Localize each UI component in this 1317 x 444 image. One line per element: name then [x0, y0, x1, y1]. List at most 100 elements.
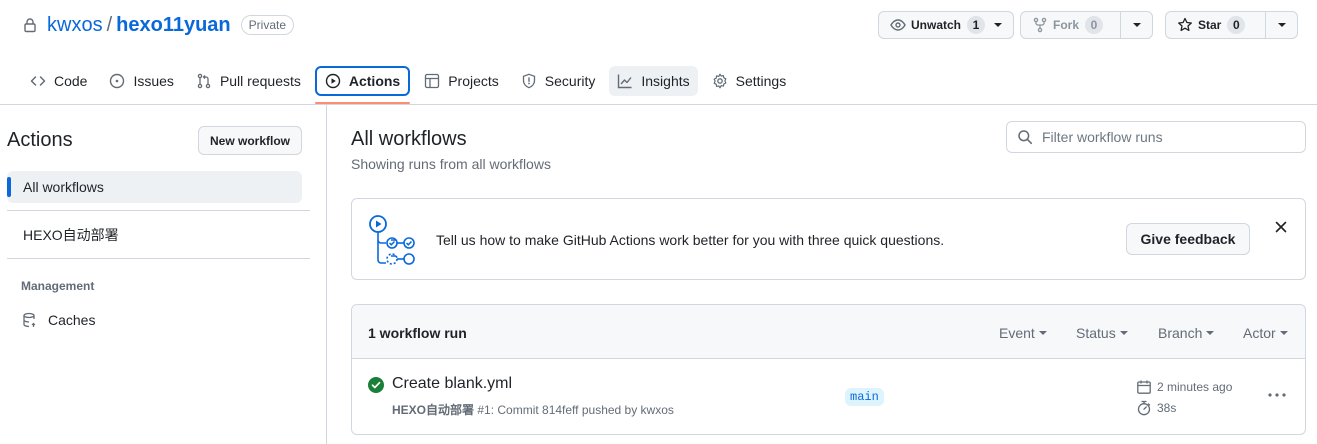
filter-label: Actor	[1243, 325, 1276, 341]
feedback-message: Tell us how to make GitHub Actions work …	[436, 232, 945, 248]
run-time-text: 2 minutes ago	[1157, 380, 1233, 394]
filter-event-dropdown[interactable]: Event	[999, 325, 1047, 341]
filter-status-dropdown[interactable]: Status	[1076, 325, 1128, 341]
fork-group: Fork 0	[1020, 11, 1153, 39]
tab-pull-requests[interactable]: Pull requests	[188, 66, 309, 96]
watch-group: Unwatch 1	[878, 11, 1015, 39]
star-icon	[1178, 17, 1192, 32]
caret-down-icon	[1206, 331, 1215, 335]
star-group: Star 0	[1165, 11, 1298, 39]
tab-projects[interactable]: Projects	[416, 66, 507, 96]
actions-sidebar: Actions New workflow All workflows HEXO自…	[0, 105, 327, 444]
sidebar-divider	[7, 258, 310, 259]
sidebar-item-caches[interactable]: Caches	[22, 310, 95, 330]
shield-icon	[522, 73, 535, 89]
run-workflow-name: HEXO自动部署	[392, 403, 475, 417]
fork-count: 0	[1085, 16, 1104, 34]
repo-owner-link[interactable]: kwxos	[47, 14, 103, 37]
kebab-horizontal-icon[interactable]	[1266, 387, 1288, 403]
pull-request-icon	[197, 73, 211, 89]
filter-label: Event	[999, 325, 1035, 341]
visibility-badge: Private	[240, 15, 295, 35]
give-feedback-button[interactable]: Give feedback	[1126, 223, 1250, 255]
star-count: 0	[1227, 16, 1246, 34]
play-icon	[325, 73, 341, 89]
filter-branch-dropdown[interactable]: Branch	[1158, 325, 1215, 341]
feedback-banner: Tell us how to make GitHub Actions work …	[351, 198, 1306, 280]
caret-down-icon	[1119, 331, 1128, 335]
unwatch-label: Unwatch	[911, 18, 962, 32]
search-icon	[1018, 130, 1033, 145]
table-icon	[425, 73, 440, 89]
run-duration: 38s	[1136, 400, 1176, 416]
calendar-icon	[1137, 380, 1151, 394]
tab-pull-requests-label: Pull requests	[219, 73, 301, 89]
close-icon[interactable]	[1273, 219, 1289, 235]
filter-actor-dropdown[interactable]: Actor	[1243, 325, 1288, 341]
lock-icon	[24, 18, 36, 33]
run-duration-text: 38s	[1157, 401, 1177, 415]
workflows-main: All workflows Showing runs from all work…	[351, 105, 1306, 444]
page-title: All workflows	[351, 128, 467, 150]
tab-code[interactable]: Code	[22, 66, 95, 96]
sidebar-item-label: Caches	[48, 312, 96, 328]
fork-label: Fork	[1053, 18, 1080, 32]
tab-issues[interactable]: Issues	[101, 66, 181, 96]
chevron-down-icon	[994, 23, 1003, 27]
run-meta: HEXO自动部署 #1: Commit 814feff pushed by kw…	[392, 401, 674, 418]
new-workflow-button[interactable]: New workflow	[198, 126, 302, 155]
star-label: Star	[1198, 18, 1222, 32]
repo-name-link[interactable]: hexo11yuan	[116, 14, 231, 37]
caret-down-icon	[1279, 331, 1288, 335]
tab-security-label: Security	[544, 73, 596, 89]
star-dropdown[interactable]	[1265, 12, 1297, 38]
database-icon	[23, 312, 36, 328]
fork-dropdown[interactable]	[1120, 12, 1152, 38]
run-meta-text: #1: Commit 814feff pushed by kwxos	[474, 403, 674, 417]
fork-icon	[1033, 17, 1047, 33]
code-icon	[30, 76, 46, 86]
issue-icon	[110, 73, 125, 89]
actions-workflow-illustration-icon	[369, 215, 415, 265]
tab-code-label: Code	[54, 73, 88, 89]
tab-settings-label: Settings	[735, 73, 787, 89]
tab-security[interactable]: Security	[513, 66, 604, 96]
tab-actions[interactable]: Actions	[314, 66, 411, 104]
tab-actions-label: Actions	[348, 73, 401, 89]
table-row[interactable]: Create blank.yml HEXO自动部署 #1: Commit 814…	[352, 359, 1305, 434]
tab-insights-label: Insights	[641, 73, 690, 89]
filter-label: Status	[1076, 325, 1116, 341]
sidebar-item-all-workflows[interactable]: All workflows	[7, 171, 302, 203]
star-button[interactable]: Star 0	[1166, 12, 1265, 38]
branch-label[interactable]: main	[845, 388, 884, 406]
filter-runs-field[interactable]	[1006, 121, 1306, 153]
page-subtitle: Showing runs from all workflows	[351, 156, 551, 172]
filter-runs-input[interactable]	[1042, 129, 1292, 145]
chevron-down-icon	[1132, 23, 1141, 27]
repo-tabs: Code Issues Pull requests Actions Projec…	[18, 66, 800, 104]
tab-settings[interactable]: Settings	[704, 66, 795, 96]
runs-count: 1 workflow run	[368, 325, 467, 341]
sidebar-item-workflow[interactable]: HEXO自动部署	[7, 219, 302, 251]
fork-button[interactable]: Fork 0	[1021, 12, 1120, 38]
repo-header: kwxos / hexo11yuan Private Unwatch 1 For…	[0, 0, 1317, 105]
repo-separator: /	[106, 13, 113, 36]
tab-insights[interactable]: Insights	[609, 66, 698, 96]
check-circle-fill-icon	[368, 377, 384, 393]
runs-list-header: 1 workflow run Event Status Branch Actor	[352, 305, 1305, 359]
run-timestamp: 2 minutes ago	[1136, 379, 1232, 395]
stopwatch-icon	[1137, 400, 1151, 416]
tab-issues-label: Issues	[133, 73, 174, 89]
watch-count: 1	[967, 16, 986, 34]
filter-label: Branch	[1158, 325, 1203, 341]
unwatch-button[interactable]: Unwatch 1	[879, 12, 1013, 38]
sidebar-item-label: All workflows	[23, 179, 104, 195]
repo-title: kwxos / hexo11yuan Private	[22, 12, 295, 38]
chevron-down-icon	[1277, 23, 1286, 27]
gear-icon	[713, 73, 727, 89]
caret-down-icon	[1038, 331, 1047, 335]
sidebar-section-management: Management	[21, 279, 95, 293]
sidebar-item-label: HEXO自动部署	[23, 227, 119, 243]
run-title-link[interactable]: Create blank.yml	[392, 375, 512, 393]
sidebar-divider	[7, 210, 310, 211]
